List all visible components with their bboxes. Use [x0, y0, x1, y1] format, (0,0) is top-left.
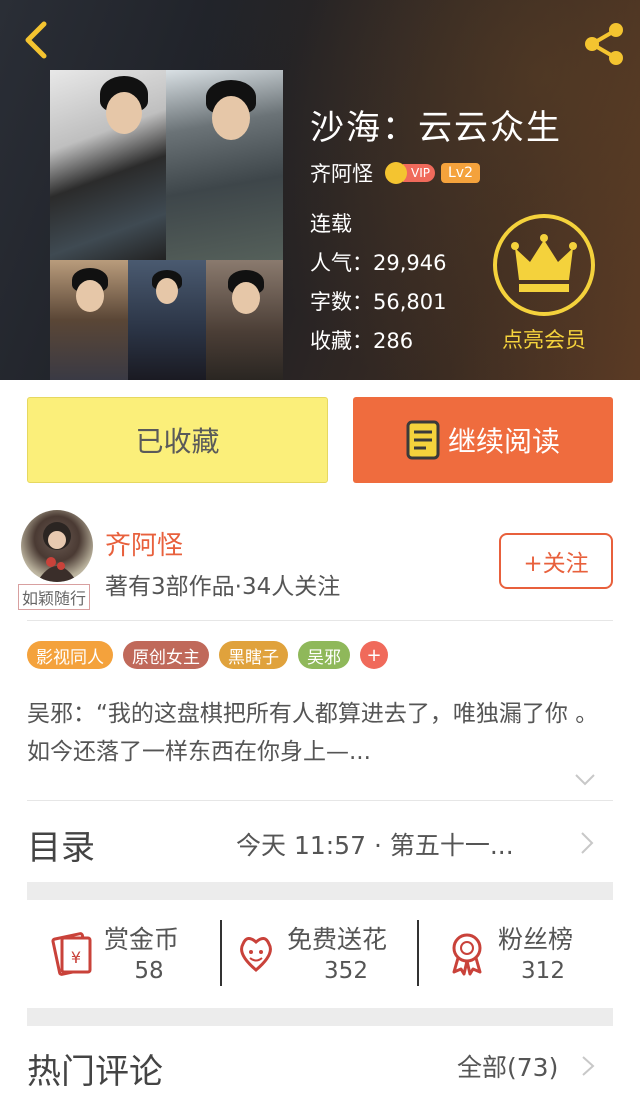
stat-value: 352: [324, 958, 368, 984]
flower-icon: [240, 937, 272, 972]
continue-label: 继续阅读: [447, 425, 560, 458]
chevron-down-icon[interactable]: [573, 772, 597, 788]
all-comments-link[interactable]: 全部(73): [457, 1048, 558, 1084]
follow-button[interactable]: +关注: [499, 533, 613, 589]
member-button[interactable]: [493, 214, 595, 316]
toc-label[interactable]: 目录: [27, 820, 95, 869]
book-header: 沙海：云云众生 齐阿怪 VIP Lv2 连载 人气：29,946 字数：56,8…: [0, 0, 640, 380]
favorited-label: 已收藏: [135, 425, 220, 458]
chevron-right-icon[interactable]: [578, 830, 596, 856]
avatar-stamp: 如颖随行: [18, 584, 91, 610]
tag-item[interactable]: 黑瞎子: [219, 641, 288, 669]
more-tags-button[interactable]: +: [360, 641, 388, 669]
cover-photo-2: [166, 70, 283, 260]
continue-reading-button[interactable]: 继续阅读: [353, 397, 613, 483]
cover-photo-3: [50, 260, 128, 380]
book-icon: [406, 420, 440, 460]
reward-coins-button[interactable]: ¥ 赏金币 58: [50, 920, 220, 992]
vip-badge: VIP: [385, 160, 435, 186]
crown-icon: [385, 162, 407, 184]
status-text: 连载: [310, 212, 352, 236]
favorited-button[interactable]: 已收藏: [27, 397, 328, 483]
tag-item[interactable]: 原创女主: [123, 641, 209, 669]
author-row: 齐阿怪 VIP Lv2: [310, 158, 480, 188]
popularity-text: 人气：29,946: [310, 251, 447, 275]
avatar-illustration: [37, 522, 77, 582]
tag-item[interactable]: 吴邪: [298, 641, 350, 669]
cover-photo-4: [128, 260, 206, 380]
hot-comments-label: 热门评论: [27, 1052, 163, 1092]
cover-photo-1: [50, 70, 166, 260]
vip-label: VIP: [403, 164, 435, 182]
word-count-text: 字数：56,801: [310, 290, 447, 314]
stat-value: 58: [134, 958, 164, 984]
stat-label: 粉丝榜: [498, 925, 574, 954]
section-separator: [27, 882, 613, 900]
stat-separator: [220, 920, 222, 986]
author-card-name[interactable]: 齐阿怪: [105, 525, 183, 562]
back-arrow-icon[interactable]: [18, 18, 54, 62]
stat-label: 赏金币: [104, 925, 180, 954]
book-cover[interactable]: [50, 70, 283, 380]
svg-text:¥: ¥: [71, 948, 81, 967]
stat-value: 312: [521, 958, 565, 984]
author-avatar[interactable]: [21, 510, 93, 582]
fan-ranking-button[interactable]: 粉丝榜 312: [444, 920, 604, 992]
author-card-subtitle: 著有3部作品·34人关注: [105, 574, 341, 600]
level-badge: Lv2: [440, 163, 480, 183]
author-name[interactable]: 齐阿怪: [310, 158, 373, 188]
book-description[interactable]: 吴邪：“我的这盘棋把所有人都算进去了，唯独漏了你 。如今还落了一样东西在你身上—…: [27, 695, 613, 771]
share-icon[interactable]: [580, 20, 628, 68]
stat-label: 免费送花: [287, 925, 388, 954]
send-flowers-button[interactable]: 免费送花 352: [233, 920, 413, 992]
tag-item[interactable]: 影视同人: [27, 641, 113, 669]
red-envelope-icon: ¥: [51, 932, 92, 976]
divider: [27, 800, 613, 801]
chevron-right-icon[interactable]: [580, 1054, 596, 1078]
crown-icon: [511, 234, 577, 292]
favorites-text: 收藏：286: [310, 329, 414, 353]
tag-list: 影视同人 原创女主 黑瞎子 吴邪 +: [27, 640, 388, 670]
divider: [27, 620, 613, 621]
member-label[interactable]: 点亮会员: [484, 324, 604, 354]
stat-separator: [417, 920, 419, 986]
toc-latest-chapter[interactable]: 今天 11:57 · 第五十一...: [236, 826, 514, 862]
book-title: 沙海：云云众生: [310, 108, 562, 148]
medal-icon: [452, 933, 482, 976]
section-separator: [27, 1008, 613, 1026]
cover-photo-5: [206, 260, 283, 380]
